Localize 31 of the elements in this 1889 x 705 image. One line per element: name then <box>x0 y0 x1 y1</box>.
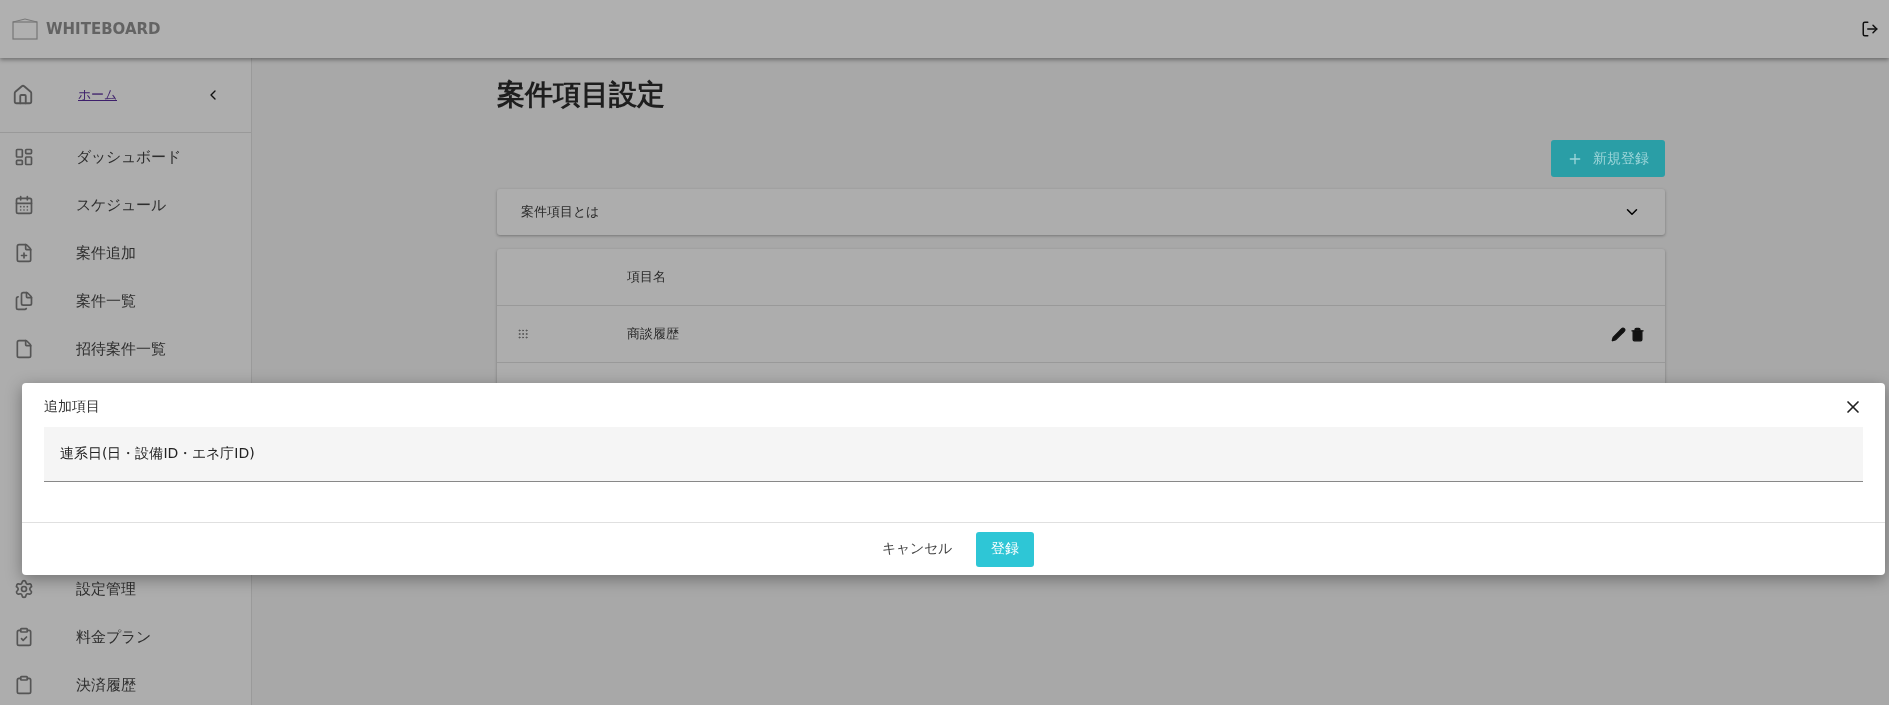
clipboard-check-icon <box>14 627 34 647</box>
clipboard-icon <box>14 675 34 695</box>
input-field[interactable]: 連系日(日・設備ID・エネ庁ID) <box>44 427 1863 482</box>
sidebar-item[interactable]: 案件一覧 <box>0 277 251 325</box>
logout-icon[interactable] <box>1861 20 1879 38</box>
page-title: 案件項目設定 <box>497 77 666 113</box>
logo-text: WHITEBOARD <box>46 20 161 38</box>
sidebar-item[interactable]: 案件追加 <box>0 229 251 277</box>
box-icon <box>12 18 38 40</box>
delete-icon[interactable] <box>1630 326 1645 342</box>
sidebar-item[interactable]: ダッシュボード <box>0 133 251 181</box>
calendar-icon <box>14 195 34 215</box>
edit-icon[interactable] <box>1611 326 1626 342</box>
dashboard-icon <box>14 147 34 167</box>
sidebar-item[interactable]: 料金プラン <box>0 613 251 661</box>
table-cell-text: 商談履歴 <box>627 325 680 343</box>
file-icon <box>14 339 34 359</box>
file-plus-icon <box>14 243 34 263</box>
accordion[interactable]: 案件項目とは <box>497 189 1665 235</box>
settings-icon <box>14 579 34 599</box>
dialog-title: 追加項目 <box>44 398 100 416</box>
home-link[interactable]: ホーム <box>78 86 205 104</box>
sidebar-item[interactable]: 決済履歴 <box>0 661 251 705</box>
files-icon <box>14 291 34 311</box>
column-header: 項目名 <box>627 268 667 286</box>
sidebar-item[interactable]: 招待案件一覧 <box>0 325 251 373</box>
drag-handle-icon[interactable] <box>517 328 529 340</box>
home-icon <box>12 84 34 106</box>
cancel-button[interactable]: キャンセル <box>873 534 960 564</box>
sidebar-item[interactable]: 設定管理 <box>0 565 251 613</box>
sidebar-item[interactable]: スケジュール <box>0 181 251 229</box>
